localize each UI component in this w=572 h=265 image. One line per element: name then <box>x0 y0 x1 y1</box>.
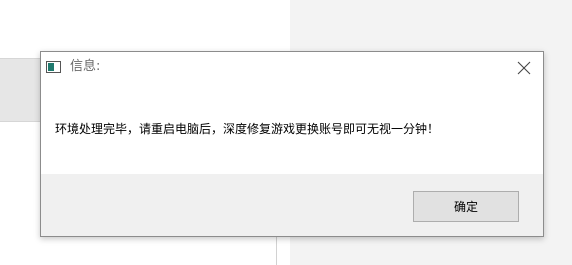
message-dialog: 信息: 环境处理完毕，请重启电脑后，深度修复游戏更换账号即可无视一分钟！ 确定 <box>40 51 544 237</box>
background-band <box>0 58 44 122</box>
close-button[interactable] <box>511 56 537 80</box>
dialog-content: 环境处理完毕，请重启电脑后，深度修复游戏更换账号即可无视一分钟！ <box>41 83 543 174</box>
close-icon <box>517 61 531 75</box>
dialog-message: 环境处理完毕，请重启电脑后，深度修复游戏更换账号即可无视一分钟！ <box>55 122 440 136</box>
app-window-icon <box>46 61 61 73</box>
dialog-title: 信息: <box>70 59 101 74</box>
dialog-titlebar[interactable]: 信息: <box>41 52 543 83</box>
background-divider <box>276 236 277 265</box>
ok-button[interactable]: 确定 <box>413 191 519 222</box>
